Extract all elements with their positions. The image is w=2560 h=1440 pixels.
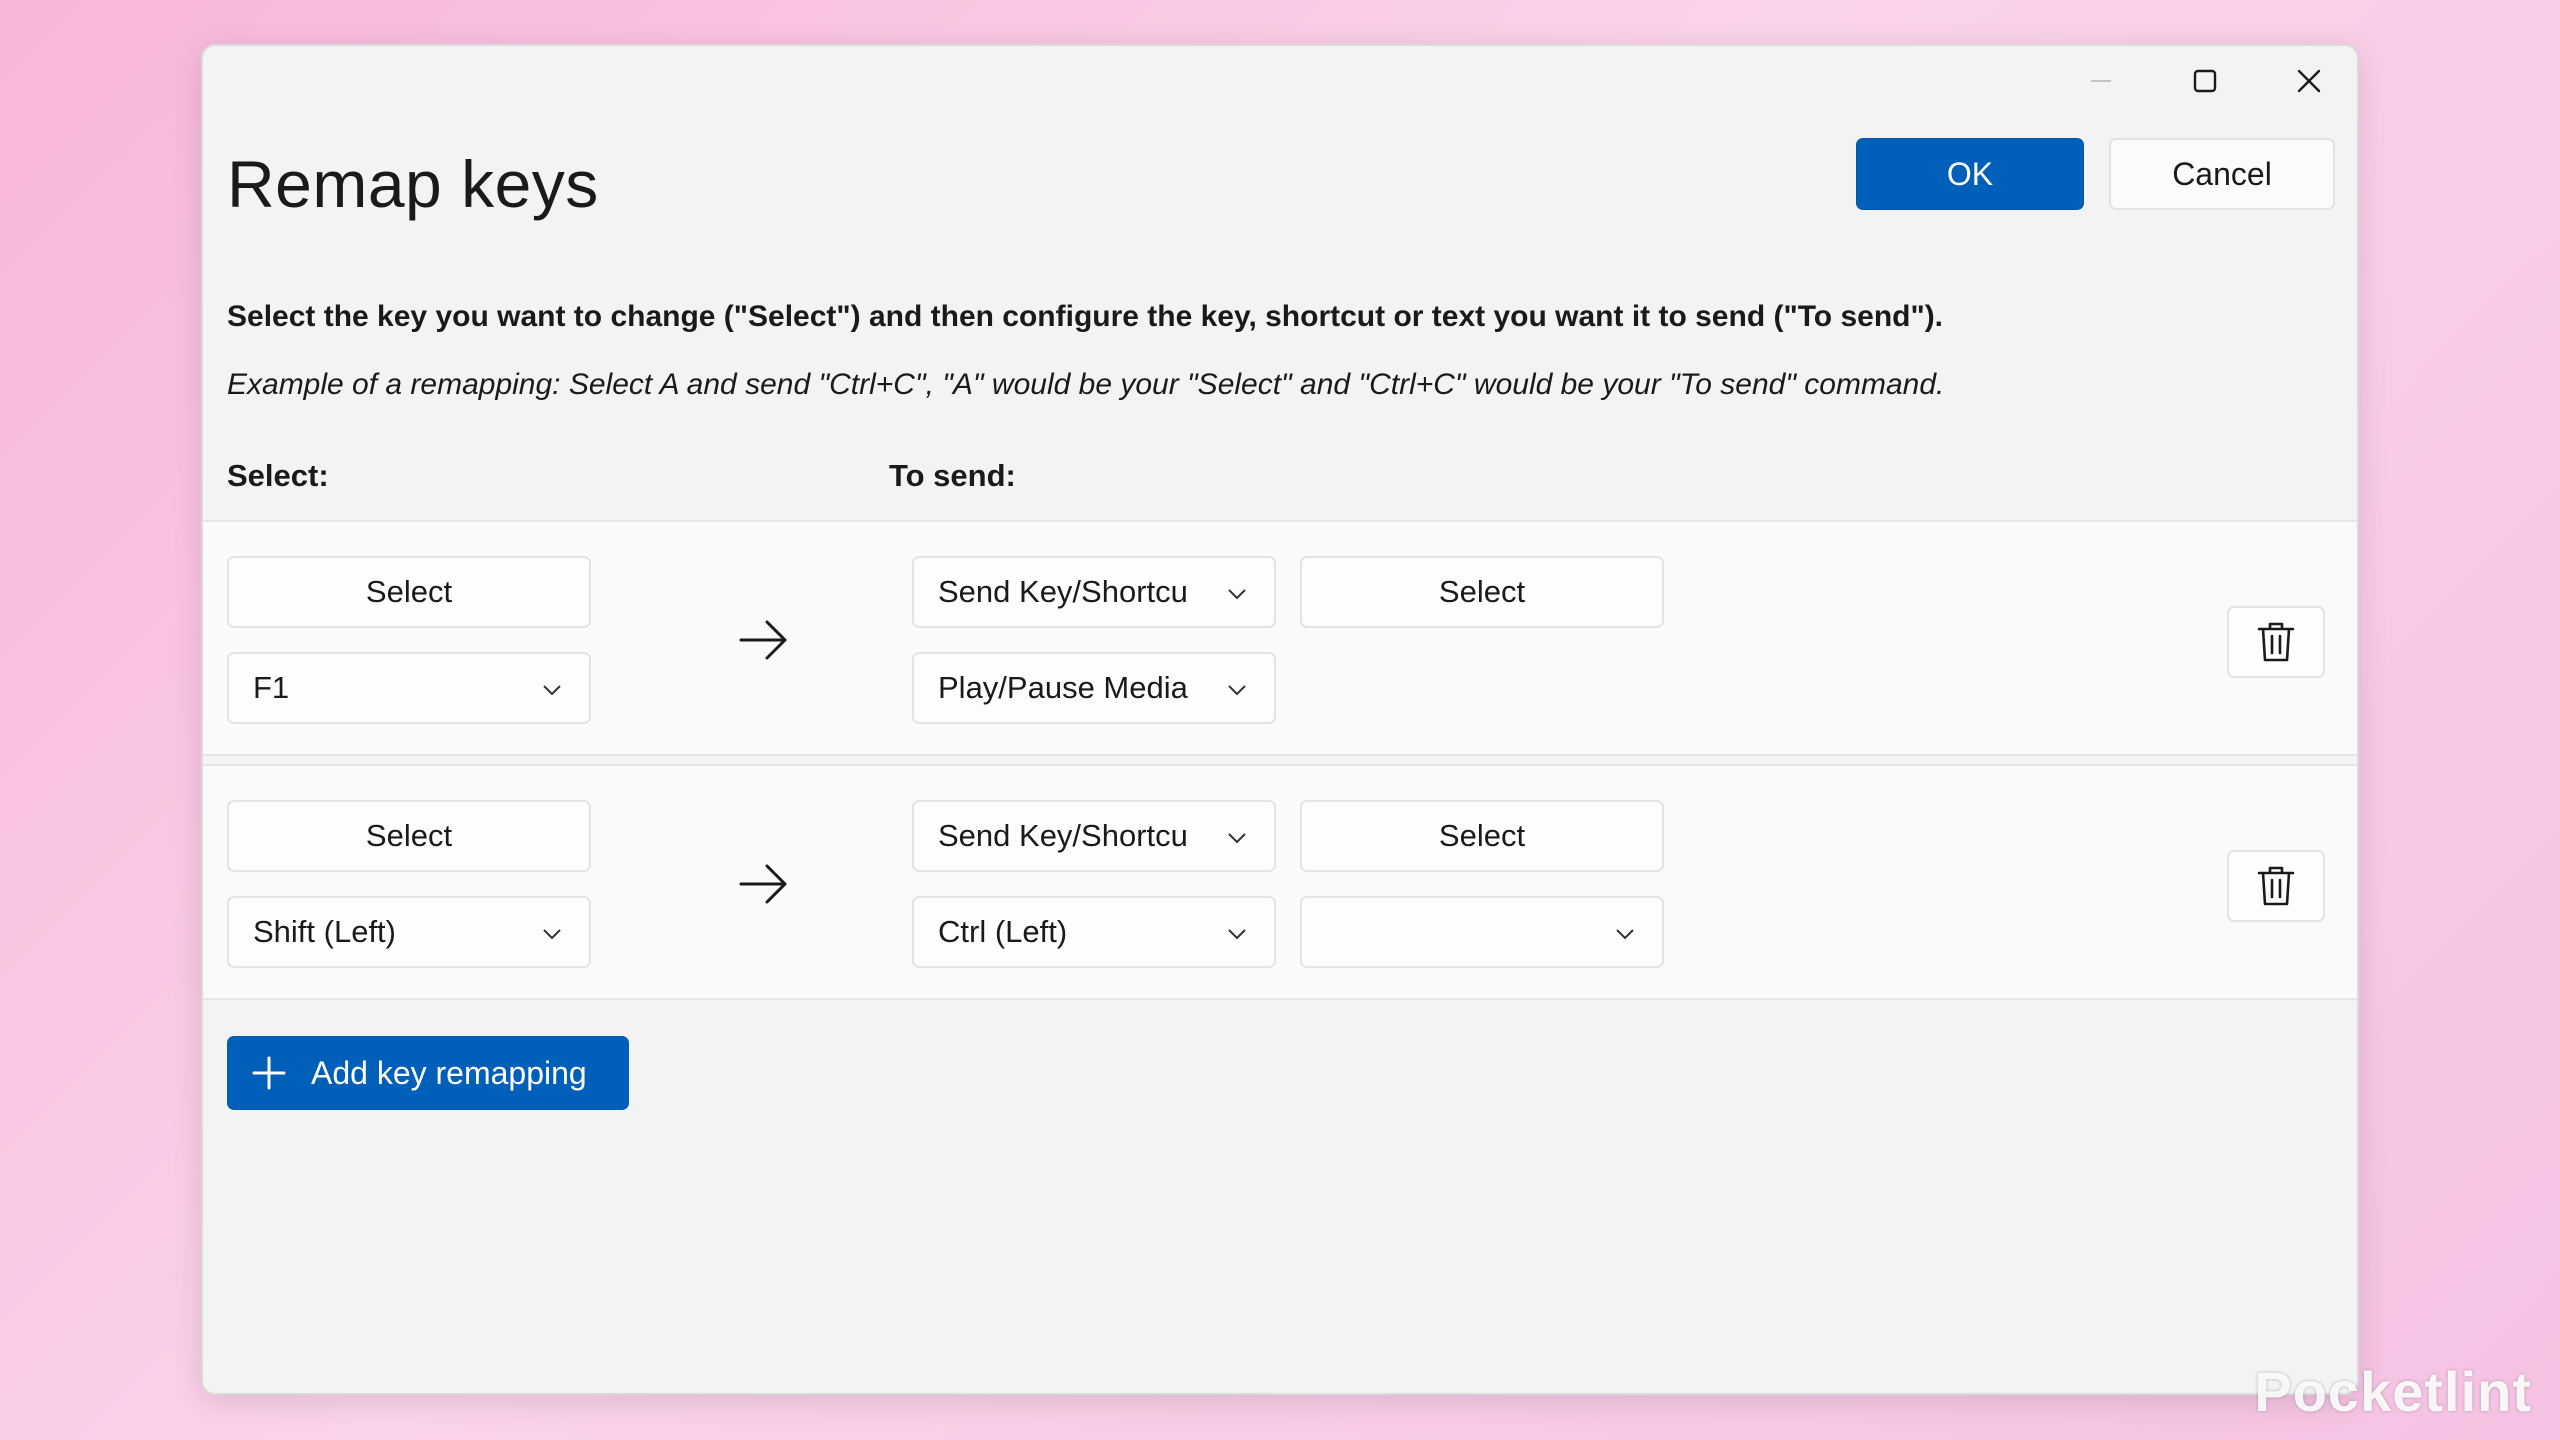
- chevron-down-icon: [1228, 589, 1246, 600]
- select-key-dropdown[interactable]: F1: [227, 652, 591, 724]
- delete-remapping-button[interactable]: [2227, 850, 2325, 922]
- chevron-down-icon: [543, 929, 561, 940]
- minimize-icon: [2091, 80, 2111, 82]
- chevron-down-icon: [543, 685, 561, 696]
- send-key-value: Play/Pause Media: [938, 670, 1188, 705]
- remap-row-1: Select F1 Send Key/Shortcu Select Play/P…: [203, 520, 2357, 756]
- trash-icon: [2257, 866, 2295, 906]
- select-key-button[interactable]: Select: [227, 800, 591, 872]
- plus-icon: [251, 1055, 287, 1091]
- send-key-dropdown[interactable]: Ctrl (Left): [912, 896, 1276, 968]
- send-key-dropdown-2[interactable]: [1300, 896, 1664, 968]
- page-title: Remap keys: [227, 147, 599, 221]
- cancel-button[interactable]: Cancel: [2109, 138, 2335, 210]
- select-key-value: F1: [253, 670, 290, 705]
- chevron-down-icon: [1228, 685, 1246, 696]
- delete-remapping-button[interactable]: [2227, 606, 2325, 678]
- send-type-value: Send Key/Shortcu: [938, 574, 1188, 609]
- add-key-remapping-button[interactable]: Add key remapping: [227, 1036, 629, 1110]
- close-icon: [2297, 69, 2321, 93]
- close-button[interactable]: [2259, 46, 2357, 116]
- chevron-down-icon: [1228, 929, 1246, 940]
- arrow-right-icon: [739, 620, 787, 660]
- chevron-down-icon: [1228, 833, 1246, 844]
- maximize-icon: [2193, 69, 2217, 93]
- example-text: Example of a remapping: Select A and sen…: [227, 368, 1945, 401]
- to-send-column-header: To send:: [889, 458, 1016, 493]
- remap-keys-window: Remap keys OK Cancel Select the key you …: [201, 44, 2359, 1395]
- send-key-dropdown[interactable]: Play/Pause Media: [912, 652, 1276, 724]
- send-type-dropdown[interactable]: Send Key/Shortcu: [912, 556, 1276, 628]
- select-column-header: Select:: [227, 458, 329, 493]
- send-type-value: Send Key/Shortcu: [938, 818, 1188, 853]
- send-select-button[interactable]: Select: [1300, 800, 1664, 872]
- minimize-button[interactable]: [2051, 46, 2151, 116]
- send-type-dropdown[interactable]: Send Key/Shortcu: [912, 800, 1276, 872]
- send-key-value: Ctrl (Left): [938, 914, 1068, 949]
- chevron-down-icon: [1616, 929, 1634, 940]
- select-key-dropdown[interactable]: Shift (Left): [227, 896, 591, 968]
- watermark: Pocketlint: [2254, 1360, 2532, 1423]
- remap-row-2: Select Shift (Left) Send Key/Shortcu Sel…: [203, 764, 2357, 1000]
- select-key-value: Shift (Left): [253, 914, 396, 949]
- select-key-button[interactable]: Select: [227, 556, 591, 628]
- send-select-button[interactable]: Select: [1300, 556, 1664, 628]
- ok-button[interactable]: OK: [1856, 138, 2084, 210]
- trash-icon: [2257, 622, 2295, 662]
- arrow-right-icon: [739, 864, 787, 904]
- maximize-button[interactable]: [2155, 46, 2255, 116]
- instructions-text: Select the key you want to change ("Sele…: [227, 300, 1944, 333]
- add-key-remapping-label: Add key remapping: [311, 1054, 587, 1091]
